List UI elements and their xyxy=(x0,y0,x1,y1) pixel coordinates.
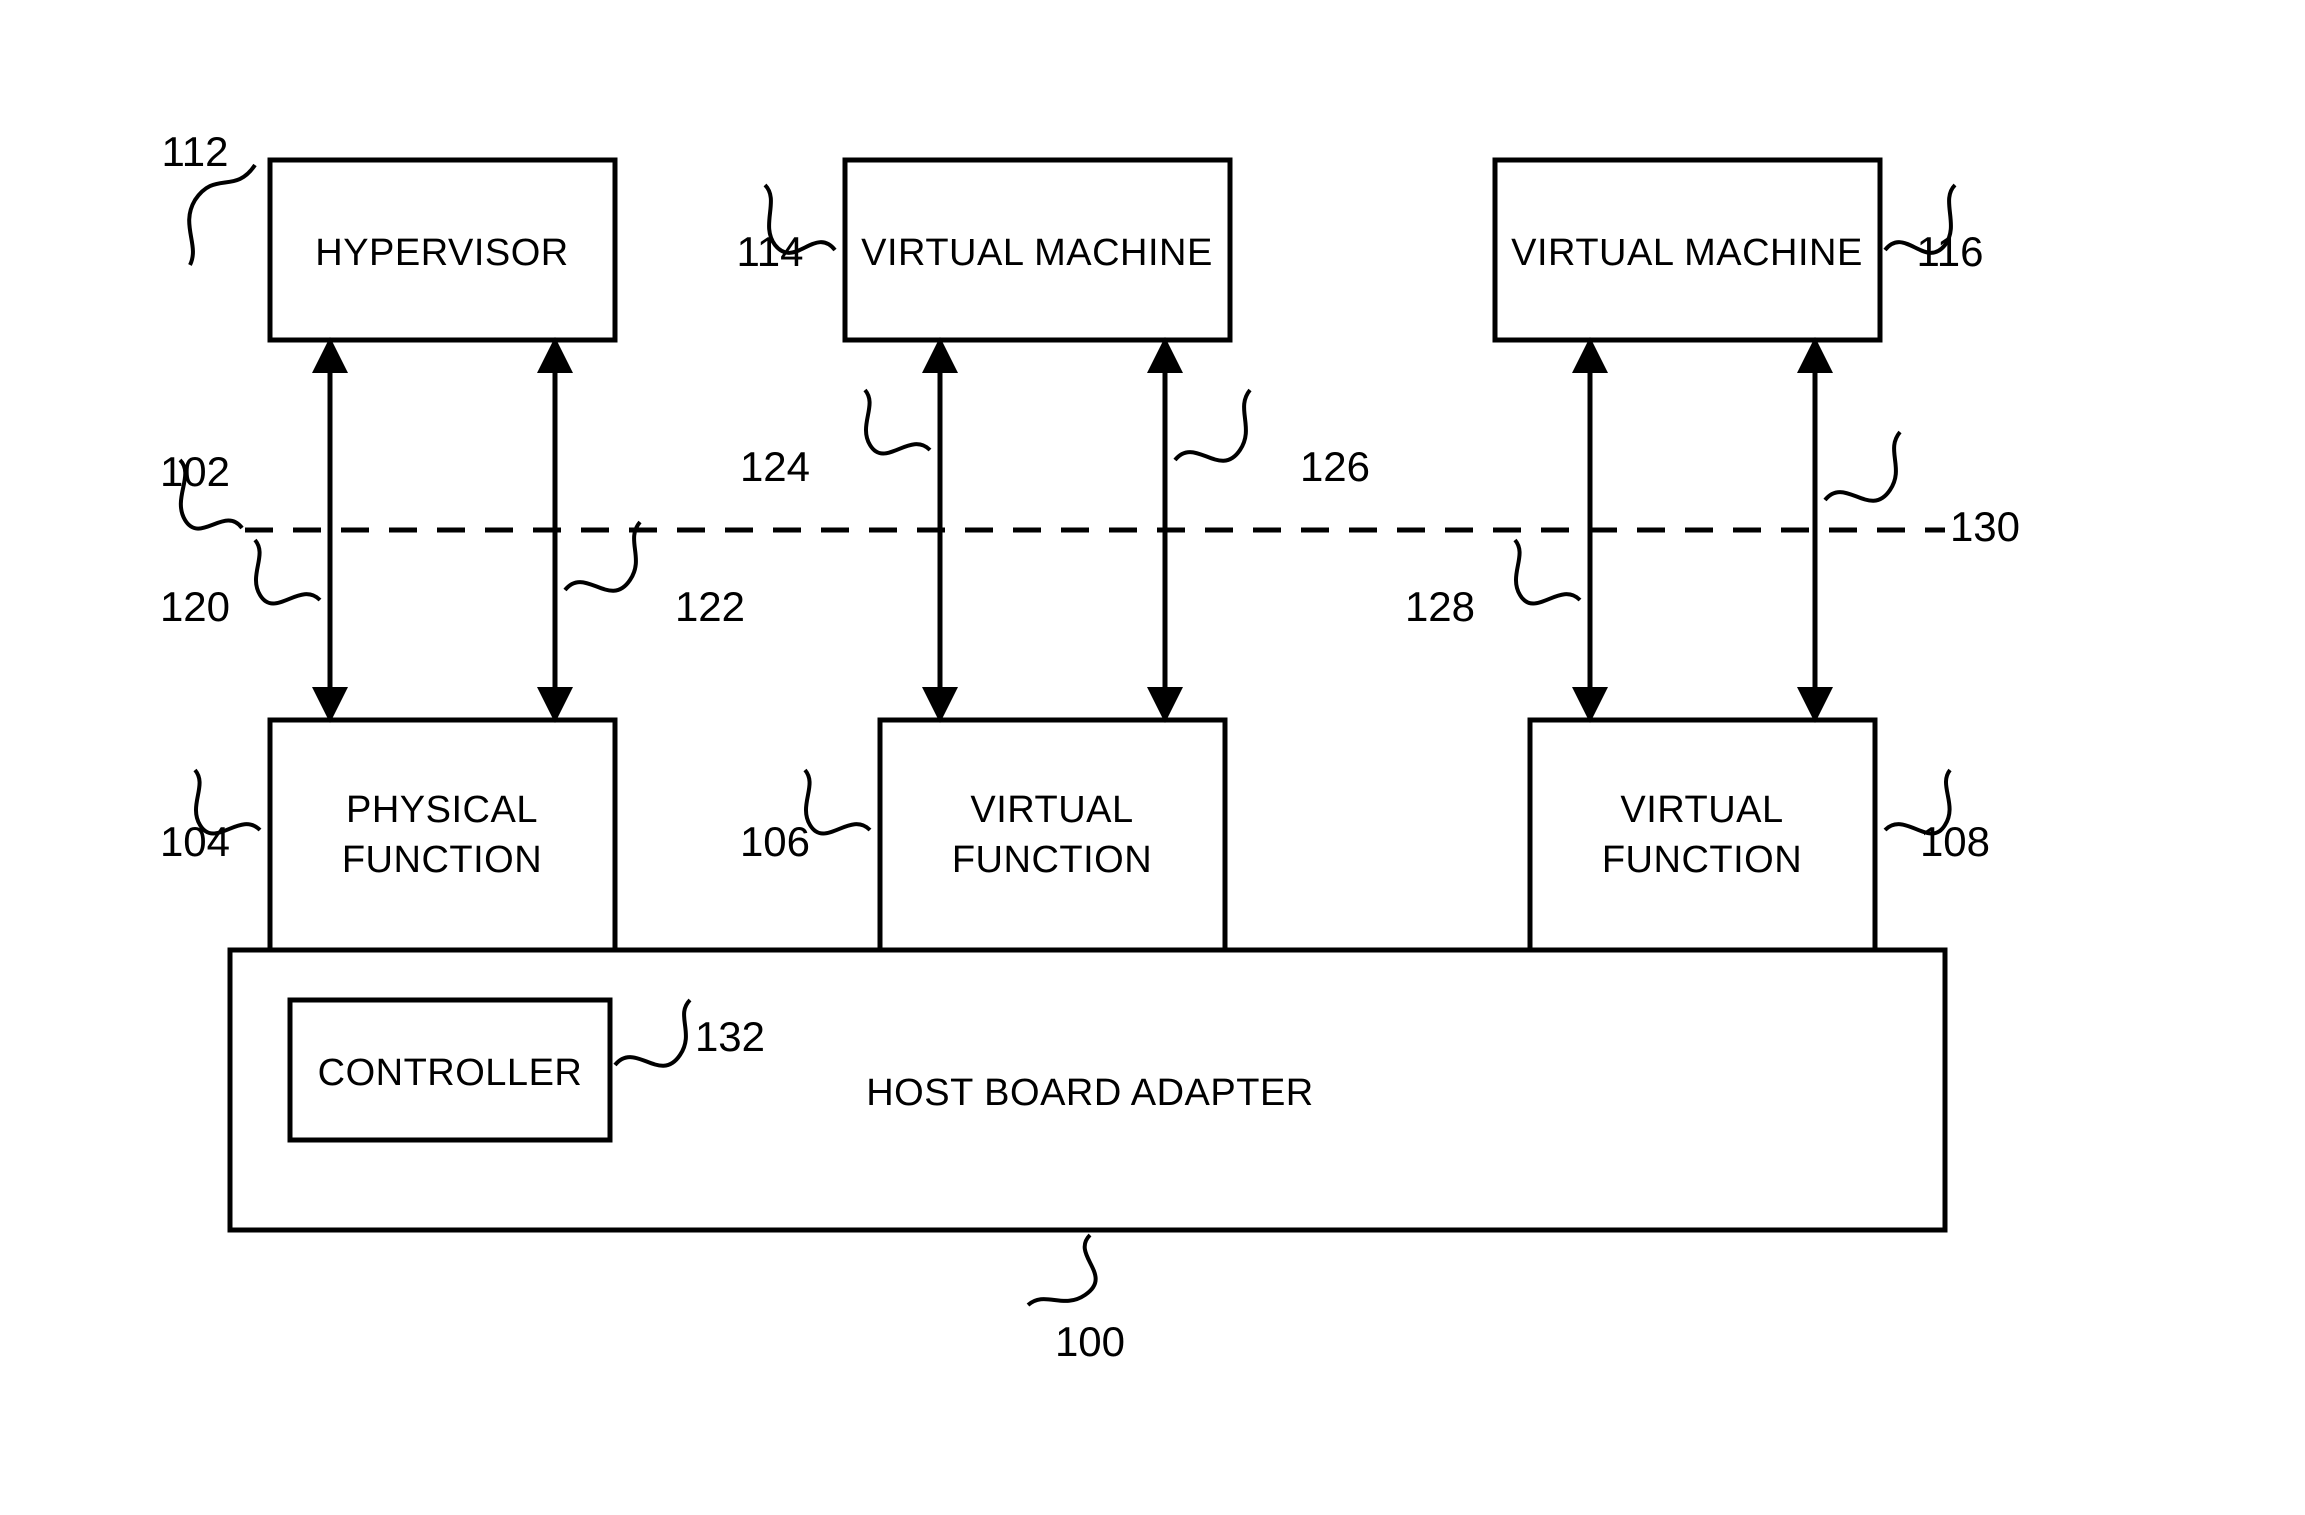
ref-116: 116 xyxy=(1917,228,1984,275)
ref-114: 114 xyxy=(737,228,804,275)
pfunc-label-2: FUNCTION xyxy=(342,839,542,881)
lead-132 xyxy=(615,1000,690,1066)
lead-124 xyxy=(865,390,930,454)
controller-box: CONTROLLER xyxy=(290,1000,610,1140)
ref-120: 120 xyxy=(160,583,230,630)
ref-130: 130 xyxy=(1950,503,2020,550)
vfunc1-label-1: VIRTUAL xyxy=(970,789,1133,831)
vfunc1-box: VIRTUAL FUNCTION xyxy=(880,720,1225,950)
lead-126 xyxy=(1175,390,1250,461)
vfunc2-label-2: FUNCTION xyxy=(1602,839,1802,881)
lead-112 xyxy=(189,165,255,265)
pfunc-box: PHYSICAL FUNCTION xyxy=(270,720,615,950)
hypervisor-box: HYPERVISOR xyxy=(270,160,615,340)
lead-130 xyxy=(1825,432,1900,501)
ref-104: 104 xyxy=(160,818,230,865)
vm1-box: VIRTUAL MACHINE xyxy=(845,160,1230,340)
ref-108: 108 xyxy=(1920,818,1990,865)
vm2-box: VIRTUAL MACHINE xyxy=(1495,160,1880,340)
lead-120 xyxy=(255,540,320,604)
lead-100 xyxy=(1028,1235,1096,1305)
ref-106: 106 xyxy=(740,818,810,865)
ref-132: 132 xyxy=(695,1013,765,1060)
controller-label: CONTROLLER xyxy=(318,1052,583,1094)
lead-128 xyxy=(1515,540,1580,604)
vm1-label: VIRTUAL MACHINE xyxy=(861,232,1213,274)
hypervisor-label: HYPERVISOR xyxy=(315,232,568,274)
pfunc-label-1: PHYSICAL xyxy=(346,789,538,831)
ref-102: 102 xyxy=(160,448,230,495)
ref-100: 100 xyxy=(1055,1318,1125,1365)
ref-124: 124 xyxy=(740,443,810,490)
vfunc2-label-1: VIRTUAL xyxy=(1620,789,1783,831)
lead-106 xyxy=(805,770,870,834)
vfunc1-label-2: FUNCTION xyxy=(952,839,1152,881)
ref-128: 128 xyxy=(1405,583,1475,630)
vfunc2-box: VIRTUAL FUNCTION xyxy=(1530,720,1875,950)
hba-label: HOST BOARD ADAPTER xyxy=(866,1072,1314,1114)
vm2-label: VIRTUAL MACHINE xyxy=(1511,232,1863,274)
ref-122: 122 xyxy=(675,583,745,630)
ref-112: 112 xyxy=(162,128,229,175)
ref-126: 126 xyxy=(1300,443,1370,490)
